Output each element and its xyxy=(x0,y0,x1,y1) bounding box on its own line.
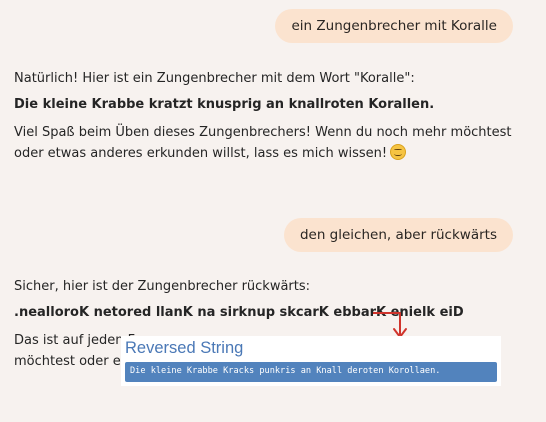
reversed-string-value: Die kleine Krabbe Kracks punkris an Knal… xyxy=(130,366,441,376)
reversed-twister-text: .nealloroK netored llanK na sirknup skca… xyxy=(14,305,464,320)
reversed-string-panel: Reversed String Die kleine Krabbe Kracks… xyxy=(121,336,501,386)
assistant-outro-label: Viel Spaß beim Üben dieses Zungenbrecher… xyxy=(14,125,512,161)
user-message-text-2: den gleichen, aber rückwärts xyxy=(299,227,497,243)
assistant-intro-text: Natürlich! Hier ist ein Zungenbrecher mi… xyxy=(14,71,415,86)
reversed-string-title: Reversed String xyxy=(125,339,244,357)
reversed-string-box: Die kleine Krabbe Kracks punkris an Knal… xyxy=(125,362,497,382)
assistant-outro-text: Viel Spaß beim Üben dieses Zungenbrecher… xyxy=(14,122,514,164)
assistant-intro-text-2: Sicher, hier ist der Zungenbrecher rückw… xyxy=(14,279,311,294)
user-message-bubble-2: den gleichen, aber rückwärts xyxy=(283,218,513,252)
user-message-bubble: ein Zungenbrecher mit Koralle xyxy=(275,9,513,43)
tongue-twister-text: Die kleine Krabbe kratzt knusprig an kna… xyxy=(14,97,435,112)
user-message-text: ein Zungenbrecher mit Koralle xyxy=(291,18,497,34)
assistant-outro-line2: möchtest oder etw xyxy=(14,354,137,369)
smiling-face-icon xyxy=(390,144,407,160)
